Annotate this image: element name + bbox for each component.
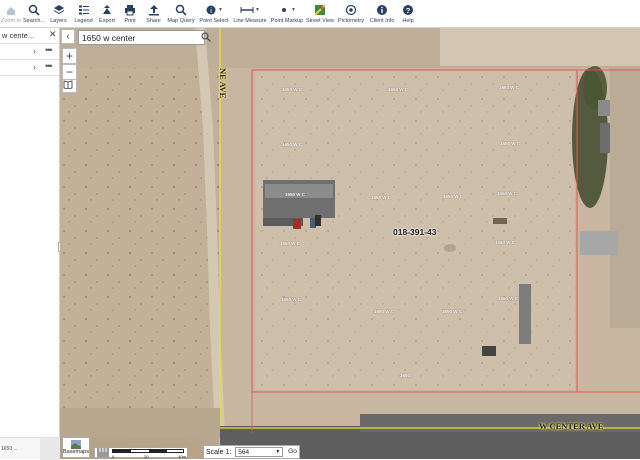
info-icon xyxy=(375,3,389,17)
address-label: 1650 W C xyxy=(281,297,302,302)
toolbar: Zoom to Extent Search... Layers Legend E… xyxy=(0,0,640,28)
search-input[interactable]: 1650 w center xyxy=(78,30,211,45)
line-measure-icon: ▼ xyxy=(239,3,261,17)
address-label: 1650 W C xyxy=(280,241,301,246)
help-icon: ? xyxy=(401,3,415,17)
chevron-right-icon[interactable]: › xyxy=(33,46,36,56)
share-button[interactable]: Share xyxy=(142,0,165,28)
point-markup-button[interactable]: ▼ Point Markup xyxy=(269,0,305,28)
search-button[interactable]: Search... xyxy=(22,0,46,28)
scale-ticks: 0 20 40m xyxy=(112,454,186,459)
address-label: 1650 W C xyxy=(374,309,395,314)
apn-label: 018-391-43 xyxy=(393,227,437,237)
print-icon xyxy=(123,3,137,17)
scalebar-area: Basemaps 0 20 40m Scale 1: 564 ▼ Go xyxy=(60,437,640,459)
address-label: 1650 W C xyxy=(282,142,303,147)
more-options-icon[interactable]: ••• xyxy=(45,45,53,55)
street-view-icon xyxy=(313,3,327,17)
layers-button[interactable]: Layers xyxy=(46,0,71,28)
legend-icon xyxy=(77,3,91,17)
pictometry-icon xyxy=(344,3,358,17)
scale-select[interactable]: 564 ▼ xyxy=(235,447,284,457)
map-query-icon xyxy=(174,3,188,17)
point-select-button[interactable]: i ▼ Point Select xyxy=(197,0,231,28)
address-label: 1650 xyxy=(400,373,411,378)
basemaps-button[interactable]: Basemaps xyxy=(62,437,90,458)
zoom-in-button[interactable]: + xyxy=(62,48,77,64)
more-options-icon[interactable]: ••• xyxy=(45,61,53,71)
chevron-left-icon: ‹ xyxy=(66,31,70,42)
search-result-title: w cente... xyxy=(2,31,35,40)
address-label: 1650 W C xyxy=(499,85,520,90)
chevron-down-icon: ▼ xyxy=(291,7,296,13)
home-icon xyxy=(4,3,18,17)
aerial-imagery xyxy=(60,28,640,459)
map-query-button[interactable]: Map Query xyxy=(165,0,197,28)
share-icon xyxy=(147,3,161,17)
address-label: 1650 W C xyxy=(495,240,516,245)
export-button[interactable]: Export xyxy=(96,0,118,28)
bookmark-button[interactable] xyxy=(62,79,77,93)
list-item[interactable]: › ••• xyxy=(0,44,59,60)
scale-ruler xyxy=(112,449,184,453)
chevron-down-icon: ▼ xyxy=(275,449,281,455)
legend-button[interactable]: Legend xyxy=(71,0,96,28)
address-label: 1650 W C xyxy=(442,309,463,314)
go-button[interactable]: Go xyxy=(285,448,300,458)
left-panel-footer: 1650 ... xyxy=(0,437,60,460)
left-panel: w cente... ✕ › ••• › ••• 1650 ... xyxy=(0,28,62,460)
client-info-button[interactable]: Client Info xyxy=(367,0,397,28)
collapse-panel-button[interactable]: ‹ xyxy=(61,29,75,44)
address-label: 1650 W C xyxy=(497,191,518,196)
address-label: 1650 W C xyxy=(443,194,464,199)
close-icon[interactable]: ✕ xyxy=(49,29,57,40)
svg-text:?: ? xyxy=(406,6,411,15)
chevron-down-icon: ▼ xyxy=(255,7,260,13)
panel-grip[interactable] xyxy=(40,438,60,460)
address-label: 1650 W C xyxy=(285,192,306,197)
point-markup-icon: ▼ xyxy=(276,3,298,17)
street-view-button[interactable]: Street View xyxy=(305,0,335,28)
map-view[interactable]: 1650 W C 1650 W C 1650 W C 1650 W C 1650… xyxy=(60,28,640,459)
line-measure-button[interactable]: ▼ Line Measure xyxy=(231,0,269,28)
point-select-icon: i ▼ xyxy=(203,3,225,17)
address-label: 1650 W C xyxy=(282,87,303,92)
address-label: 1650 W C xyxy=(371,195,392,200)
street-label-ne-ave: NE AVE xyxy=(218,68,228,99)
street-label-w-center-ave: W CENTER AVE xyxy=(539,421,604,431)
address-label: 1650 W C xyxy=(388,87,409,92)
pictometry-button[interactable]: Pictometry xyxy=(335,0,367,28)
address-label: 1650 W C xyxy=(498,296,519,301)
chevron-right-icon[interactable]: › xyxy=(33,62,36,72)
address-label: 1650 W C xyxy=(500,141,521,146)
chevron-down-icon: ▼ xyxy=(218,7,223,13)
list-item[interactable]: › ••• xyxy=(0,60,59,76)
print-button[interactable]: Print xyxy=(118,0,142,28)
export-icon xyxy=(100,3,114,17)
layers-icon xyxy=(52,3,66,17)
search-icon xyxy=(27,3,41,17)
help-button[interactable]: ? Help xyxy=(397,0,419,28)
search-result-header[interactable]: w cente... ✕ xyxy=(0,28,59,44)
zoom-out-button[interactable]: − xyxy=(62,64,77,80)
zoom-extent-button[interactable]: Zoom to Extent xyxy=(0,0,22,28)
